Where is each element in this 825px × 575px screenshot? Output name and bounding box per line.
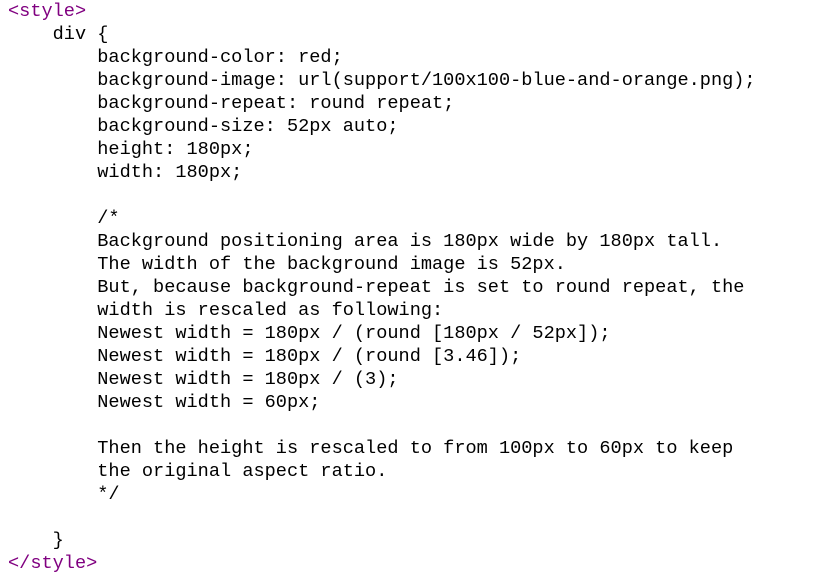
closing-brace-line: } (8, 530, 64, 551)
style-close-tag: </style> (8, 553, 98, 574)
declaration-line: background-image: url(support/100x100-bl… (8, 70, 756, 91)
comment-line: Then the height is rescaled to from 100p… (8, 438, 734, 459)
comment-line: Newest width = 60px; (8, 392, 321, 413)
comment-line: */ (8, 484, 120, 505)
comment-line: Newest width = 180px / (round [180px / 5… (8, 323, 611, 344)
comment-line: the original aspect ratio. (8, 461, 388, 482)
comment-line: width is rescaled as following: (8, 300, 444, 321)
comment-line: Newest width = 180px / (3); (8, 369, 399, 390)
declaration-line: height: 180px; (8, 139, 254, 160)
comment-line: Background positioning area is 180px wid… (8, 231, 723, 252)
declaration-line: background-color: red; (8, 47, 343, 68)
declaration-line: background-size: 52px auto; (8, 116, 399, 137)
css-code-listing: <style> div { background-color: red; bac… (8, 0, 756, 575)
comment-line: /* (8, 208, 120, 229)
comment-line (8, 414, 756, 437)
declaration-line: background-repeat: round repeat; (8, 93, 455, 114)
selector-line: div { (8, 24, 109, 45)
declaration-line: width: 180px; (8, 162, 243, 183)
style-open-tag: <style> (8, 1, 87, 22)
comment-line: But, because background-repeat is set to… (8, 277, 745, 298)
comment-line: The width of the background image is 52p… (8, 254, 566, 275)
comment-line: Newest width = 180px / (round [3.46]); (8, 346, 522, 367)
